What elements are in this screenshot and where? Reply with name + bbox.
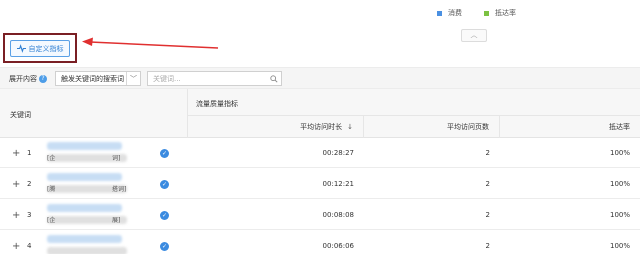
expand-row-icon[interactable]: +	[12, 138, 20, 168]
help-icon[interactable]: ?	[39, 75, 47, 83]
avg-pages-cell: 2	[485, 211, 490, 219]
filter-label-text: 展开内容	[9, 75, 37, 83]
column-label: 抵达率	[609, 123, 630, 131]
pulse-icon	[16, 44, 26, 53]
keyword-search-input[interactable]	[148, 73, 267, 84]
expand-content-label: 展开内容 ?	[9, 74, 47, 84]
table-header: 关键词 流量质量指标 平均访问时长 ↓ 平均访问页数 抵达率	[0, 89, 640, 138]
filter-bar: 展开内容 ? 触发关键词的搜索词 ﹀	[0, 67, 640, 89]
expand-content-select[interactable]: 触发关键词的搜索词 ﹀	[55, 71, 141, 86]
row-index: 3	[27, 211, 32, 219]
collapse-chart-button[interactable]: ︿	[461, 29, 487, 42]
sort-desc-icon[interactable]: ↓	[347, 123, 353, 131]
avg-pages-cell: 2	[485, 149, 490, 157]
redacted-keyword	[47, 142, 122, 150]
avg-pages-cell: 2	[485, 180, 490, 188]
redacted-keyword	[47, 235, 122, 243]
keyword-cell[interactable]: [企 展]	[47, 200, 157, 230]
table-row: + 2 [腾 搭词] ✓ 00:12:21 2 100%	[0, 169, 640, 199]
avg-pages-header[interactable]: 平均访问页数	[364, 116, 500, 138]
redacted-keyword	[47, 204, 122, 212]
avg-pages-cell: 2	[485, 242, 490, 250]
keyword-text: [企 词]	[47, 155, 121, 162]
row-index: 2	[27, 180, 32, 188]
arrival-rate-cell: 100%	[609, 211, 630, 219]
table-row: + 3 [企 展] ✓ 00:08:08 2 100%	[0, 200, 640, 230]
traffic-quality-group-header: 流量质量指标	[188, 89, 640, 116]
arrival-rate-header[interactable]: 抵达率	[500, 116, 640, 138]
legend-item-arrival-rate[interactable]: 抵达率	[484, 8, 516, 18]
column-label: 平均访问页数	[447, 123, 489, 131]
arrival-rate-cell: 100%	[609, 180, 630, 188]
column-label: 平均访问时长	[300, 123, 343, 131]
verified-icon: ✓	[160, 210, 169, 220]
keyword-cell[interactable]: [企 词]	[47, 138, 157, 168]
chart-legend: 消费 抵达率	[437, 8, 516, 18]
keyword-header-text: 关键词	[10, 111, 31, 119]
expand-row-icon[interactable]: +	[12, 169, 20, 199]
legend-swatch-blue	[437, 10, 442, 16]
row-index: 1	[27, 149, 32, 157]
custom-metrics-button[interactable]: 自定义指标	[10, 40, 70, 57]
redacted-keyword	[47, 173, 122, 181]
avg-duration-cell: 00:08:08	[322, 211, 354, 219]
keyword-cell[interactable]: [腾 搭词]	[47, 169, 157, 199]
verified-icon: ✓	[160, 148, 169, 158]
table-row: + 4 ✓ 00:06:06 2 100%	[0, 231, 640, 254]
search-icon[interactable]	[267, 72, 281, 85]
avg-duration-cell: 00:28:27	[322, 149, 354, 157]
legend-label: 消费	[448, 9, 462, 17]
custom-metrics-label: 自定义指标	[28, 44, 64, 53]
keyword-cell[interactable]	[47, 231, 157, 254]
legend-label: 抵达率	[495, 9, 516, 17]
avg-duration-cell: 00:12:21	[322, 180, 354, 188]
row-index: 4	[27, 242, 32, 250]
arrival-rate-cell: 100%	[609, 242, 630, 250]
chevron-down-icon: ﹀	[126, 72, 140, 85]
verified-icon: ✓	[160, 241, 169, 251]
verified-icon: ✓	[160, 179, 169, 189]
avg-duration-header[interactable]: 平均访问时长 ↓	[188, 116, 364, 138]
legend-swatch-green	[484, 10, 489, 16]
legend-item-consumption[interactable]: 消费	[437, 8, 462, 18]
chevron-up-icon: ︿	[470, 31, 478, 39]
select-value: 触发关键词的搜索词	[61, 74, 124, 83]
keyword-text: [企 展]	[47, 217, 121, 224]
expand-row-icon[interactable]: +	[12, 231, 20, 254]
group-header-text: 流量质量指标	[196, 100, 238, 108]
keyword-search	[147, 71, 282, 86]
arrival-rate-cell: 100%	[609, 149, 630, 157]
table-row: + 1 [企 词] ✓ 00:28:27 2 100%	[0, 138, 640, 168]
keyword-text: [腾 搭词]	[47, 186, 127, 193]
expand-row-icon[interactable]: +	[12, 200, 20, 230]
keyword-column-header: 关键词	[0, 89, 188, 138]
redacted-keyword	[47, 247, 127, 254]
annotation-arrow	[82, 37, 219, 49]
avg-duration-cell: 00:06:06	[322, 242, 354, 250]
